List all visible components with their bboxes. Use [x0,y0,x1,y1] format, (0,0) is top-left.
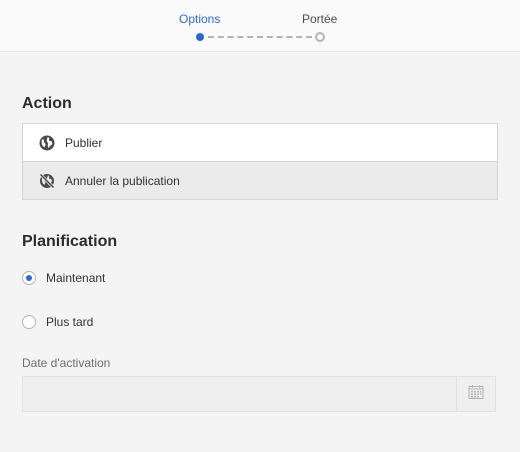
wizard-stepper: Options Portée [0,0,520,52]
planning-section-title: Planification [22,233,118,250]
action-unpublish-label: Annuler la publication [65,173,180,188]
action-list: Publier Annuler la publication [22,123,498,200]
activation-date-field [22,376,496,412]
globe-icon [39,135,55,151]
radio-now[interactable]: Maintenant [22,271,105,285]
step-scope-indicator [315,32,325,42]
action-unpublish-item[interactable]: Annuler la publication [23,161,497,199]
radio-later[interactable]: Plus tard [22,315,93,329]
calendar-button[interactable] [456,377,495,411]
action-publish-item[interactable]: Publier [23,124,497,161]
radio-now-indicator[interactable] [22,271,36,285]
step-scope-label[interactable]: Portée [302,12,337,26]
step-options-indicator [196,33,204,41]
activation-date-label: Date d'activation [22,356,111,370]
activation-date-input[interactable] [23,377,457,411]
step-options-label[interactable]: Options [179,12,220,26]
action-publish-label: Publier [65,135,103,150]
radio-later-indicator[interactable] [22,315,36,329]
calendar-icon [468,384,484,405]
action-section-title: Action [22,95,72,112]
radio-later-label: Plus tard [46,315,94,329]
radio-now-label: Maintenant [46,271,106,285]
globe-strike-icon [39,172,55,189]
step-progress-track [208,36,312,38]
